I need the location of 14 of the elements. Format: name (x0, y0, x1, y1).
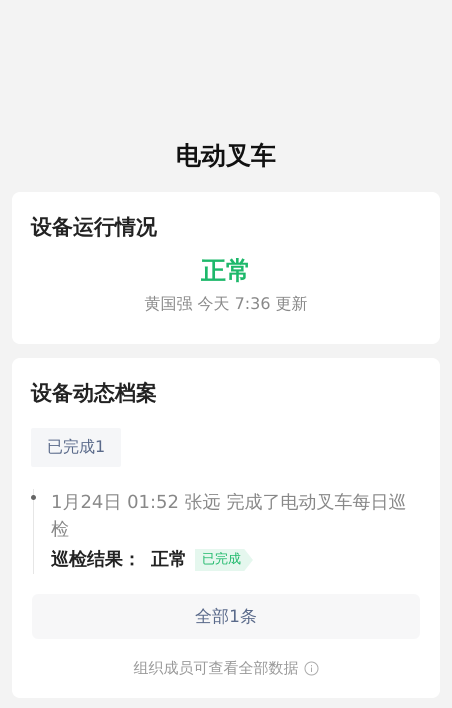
footer-note: 组织成员可查看全部数据 (134, 659, 298, 678)
page-title: 电动叉车 (175, 140, 277, 172)
result-label: 巡检结果： (51, 548, 141, 572)
card-title: 设备运行情况 (31, 214, 158, 241)
info-icon[interactable] (304, 661, 318, 676)
status-text: 正常 (200, 255, 252, 287)
timeline-dot (31, 495, 36, 500)
view-all-button[interactable]: 全部1条 (32, 594, 420, 639)
update-info: 黄国强 今天 7:36 更新 (143, 293, 309, 315)
filter-tab[interactable]: 已完成1 (31, 428, 122, 467)
card-title: 设备动态档案 (31, 380, 158, 407)
status-tag: 已完成 (195, 549, 253, 571)
record-text: 1月24日 01:52 张远 完成了电动叉车每日巡检 (51, 491, 408, 542)
result-value: 正常 (151, 548, 187, 572)
